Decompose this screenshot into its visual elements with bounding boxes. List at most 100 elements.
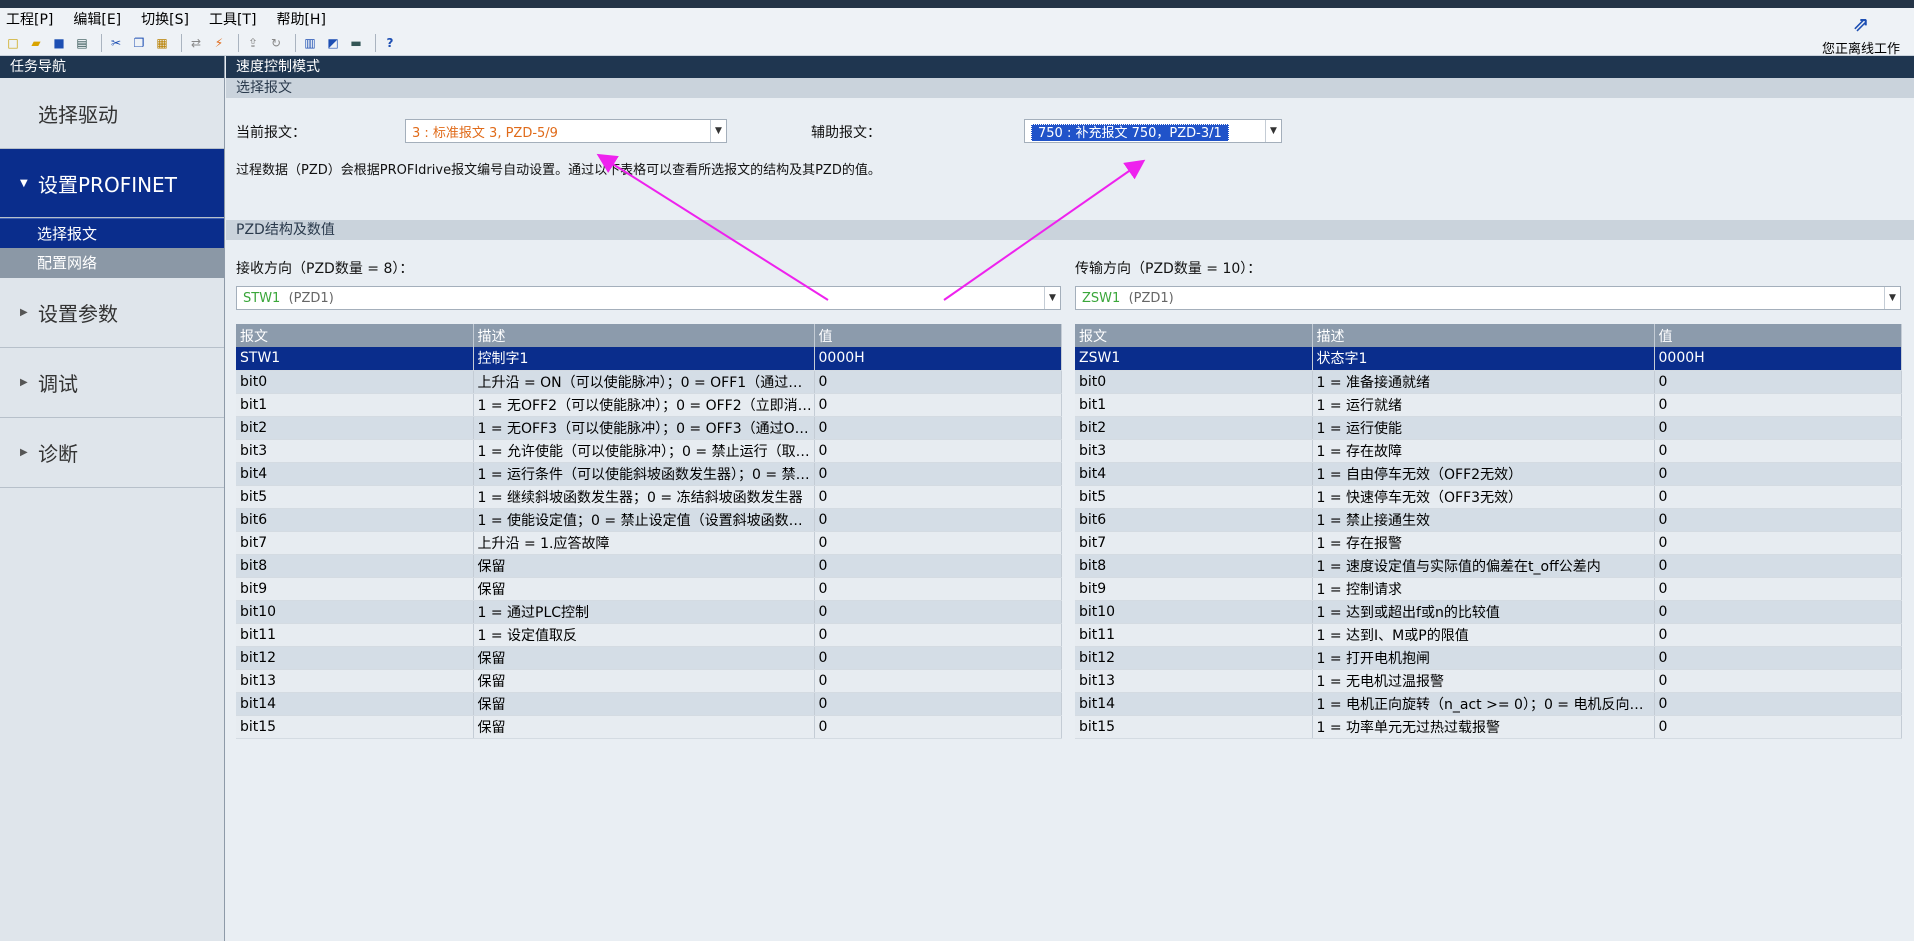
table-row[interactable]: bit5 1 = 继续斜坡函数发生器；0 = 冻结斜坡函数发生器 0 [236, 485, 1062, 509]
connect-icon[interactable]: ⇄ [187, 34, 205, 52]
menu-project[interactable]: 工程[P] [6, 9, 53, 29]
table-row[interactable]: bit12 1 = 打开电机抱闸 0 [1075, 646, 1902, 670]
cell-telegram: bit4 [236, 462, 474, 486]
table-row[interactable]: STW1 控制字1 0000H [236, 347, 1062, 371]
cell-description: 1 = 达到I、M或P的限值 [1312, 623, 1655, 647]
chevron-down-icon[interactable]: ▼ [710, 120, 726, 142]
table-row[interactable]: ZSW1 状态字1 0000H [1075, 347, 1902, 371]
table-row[interactable]: bit3 1 = 存在故障 0 [1075, 439, 1902, 463]
menu-switch[interactable]: 切换[S] [141, 9, 189, 29]
table-row[interactable]: bit15 保留 0 [236, 715, 1062, 739]
nav-item-select-drive[interactable]: 选择驱动 [0, 78, 224, 149]
chevron-down-icon[interactable]: ▼ [1044, 287, 1060, 309]
table-row[interactable]: bit11 1 = 达到I、M或P的限值 0 [1075, 623, 1902, 647]
table-row[interactable]: bit0 1 = 准备接通就绪 0 [1075, 370, 1902, 394]
go-online-icon[interactable]: ⚡ [210, 34, 228, 52]
nav-item-diagnose[interactable]: ▶ 诊断 [0, 418, 224, 488]
print-icon[interactable]: ▤ [73, 34, 91, 52]
plug-icon[interactable]: ⇗ [1848, 12, 1874, 36]
column-header-value: 值 [814, 324, 1062, 347]
table-icon[interactable]: ▥ [301, 34, 319, 52]
table-row[interactable]: bit141 = 电机正向旋转（n_act >= 0）；0 = 电机反向旋转（n… [1075, 692, 1902, 716]
receive-direction-label: 接收方向（PZD数量 = 8）： [236, 261, 414, 277]
table-row[interactable]: bit13 1 = 无电机过温报警 0 [1075, 669, 1902, 693]
copy-icon[interactable]: ❐ [130, 34, 148, 52]
cell-telegram: bit0 [1075, 370, 1313, 394]
table-row[interactable]: bit2 1 = 运行使能 0 [1075, 416, 1902, 440]
table-row[interactable]: bit11 1 = 设定值取反 0 [236, 623, 1062, 647]
table-row[interactable]: bit10 1 = 达到或超出f或n的比较值 0 [1075, 600, 1902, 624]
menu-help[interactable]: 帮助[H] [276, 9, 325, 29]
device-icon[interactable]: ▬ [347, 34, 365, 52]
cell-telegram: ZSW1 [1075, 347, 1313, 371]
nav-item-profinet[interactable]: ▼ 设置PROFINET [0, 149, 224, 218]
table-row[interactable]: bit8 1 = 速度设定值与实际值的偏差在t_off公差内 0 [1075, 554, 1902, 578]
cell-value: 0 [1654, 646, 1902, 670]
cell-value: 0 [1654, 554, 1902, 578]
cell-value: 0 [814, 715, 1062, 739]
open-icon[interactable]: ▰ [27, 34, 45, 52]
cell-value: 0 [814, 393, 1062, 417]
cell-description: 上升沿 = 1.应答故障 [473, 531, 815, 555]
table-row[interactable]: bit9 保留 0 [236, 577, 1062, 601]
cell-description: 1 = 运行使能 [1312, 416, 1655, 440]
chevron-right-icon: ▶ [20, 377, 28, 388]
table-row[interactable]: bit21 = 无OFF3（可以使能脉冲）；0 = OFF3（通过OFF3斜坡制… [236, 416, 1062, 440]
menu-edit[interactable]: 编辑[E] [73, 9, 121, 29]
chart-icon[interactable]: ◩ [324, 34, 342, 52]
chevron-down-icon[interactable]: ▼ [1884, 287, 1900, 309]
table-row[interactable]: bit5 1 = 快速停车无效（OFF3无效） 0 [1075, 485, 1902, 509]
cell-telegram: bit13 [236, 669, 474, 693]
cell-telegram: bit2 [1075, 416, 1313, 440]
table-row[interactable]: bit6 1 = 禁止接通生效 0 [1075, 508, 1902, 532]
upload-icon[interactable]: ⇪ [244, 34, 262, 52]
cut-icon[interactable]: ✂ [107, 34, 125, 52]
table-row[interactable]: bit1 1 = 运行就绪 0 [1075, 393, 1902, 417]
help-icon[interactable]: ? [381, 34, 399, 52]
chevron-right-icon: ▶ [20, 447, 28, 458]
table-row[interactable]: bit7 1 = 存在报警 0 [1075, 531, 1902, 555]
table-row[interactable]: bit11 = 无OFF2（可以使能脉冲）；0 = OFF2（立即消除脉冲）0 [236, 393, 1062, 417]
task-navigation: 任务导航 选择驱动 ▼ 设置PROFINET 选择报文 配置网络 ▶ 设置参数 … [0, 56, 225, 941]
nav-subitem-select-telegram[interactable]: 选择报文 [0, 218, 224, 248]
column-header-description: 描述 [473, 324, 815, 347]
cell-description: 1 = 禁止接通生效 [1312, 508, 1655, 532]
menu-tools[interactable]: 工具[T] [209, 9, 256, 29]
refresh-icon[interactable]: ↻ [267, 34, 285, 52]
table-row[interactable]: bit9 1 = 控制请求 0 [1075, 577, 1902, 601]
table-row[interactable]: bit7 上升沿 = 1.应答故障 0 [236, 531, 1062, 555]
table-row[interactable]: bit41 = 运行条件（可以使能斜坡函数发生器）；0 = 禁止斜坡函数发生器0 [236, 462, 1062, 486]
table-row[interactable]: bit0上升沿 = ON（可以使能脉冲）；0 = OFF1（通过斜坡函数发生器制… [236, 370, 1062, 394]
nav-item-commission[interactable]: ▶ 调试 [0, 348, 224, 418]
cell-description: 1 = 运行就绪 [1312, 393, 1655, 417]
table-row[interactable]: bit8 保留 0 [236, 554, 1062, 578]
table-row[interactable]: bit31 = 允许使能（可以使能脉冲）；0 = 禁止运行（取消脉冲）0 [236, 439, 1062, 463]
cell-value: 0 [1654, 370, 1902, 394]
receive-pzd-name: STW1 [243, 290, 281, 306]
nav-subitem-config-network[interactable]: 配置网络 [0, 248, 224, 278]
table-row[interactable]: bit4 1 = 自由停车无效（OFF2无效） 0 [1075, 462, 1902, 486]
cell-telegram: bit0 [236, 370, 474, 394]
table-row[interactable]: bit13 保留 0 [236, 669, 1062, 693]
transmit-pzd-select[interactable]: ZSW1 (PZD1) ▼ [1075, 286, 1901, 310]
table-row[interactable]: bit15 1 = 功率单元无过热过载报警 0 [1075, 715, 1902, 739]
table-row[interactable]: bit61 = 使能设定值；0 = 禁止设定值（设置斜坡函数发生器输入为0）0 [236, 508, 1062, 532]
save-icon[interactable]: ■ [50, 34, 68, 52]
table-row[interactable]: bit14 保留 0 [236, 692, 1062, 716]
current-telegram-select[interactable]: 3 : 标准报文 3, PZD-5/9 ▼ [405, 119, 727, 143]
nav-item-set-params[interactable]: ▶ 设置参数 [0, 278, 224, 348]
cell-telegram: bit5 [1075, 485, 1313, 509]
chevron-down-icon[interactable]: ▼ [1265, 120, 1281, 142]
table-row[interactable]: bit12 保留 0 [236, 646, 1062, 670]
cell-description: 保留 [473, 554, 815, 578]
toolbar-separator [375, 33, 376, 52]
paste-icon[interactable]: ▦ [153, 34, 171, 52]
aux-telegram-select[interactable]: 750 : 补充报文 750，PZD-3/1 ▼ [1024, 119, 1282, 143]
cell-value: 0 [814, 554, 1062, 578]
table-row[interactable]: bit10 1 = 通过PLC控制 0 [236, 600, 1062, 624]
cell-description: 1 = 使能设定值；0 = 禁止设定值（设置斜坡函数发生器输入为0） [473, 508, 815, 532]
new-icon[interactable]: □ [4, 34, 22, 52]
cell-value: 0 [1654, 439, 1902, 463]
cell-value: 0000H [1654, 347, 1902, 371]
receive-pzd-select[interactable]: STW1 (PZD1) ▼ [236, 286, 1061, 310]
